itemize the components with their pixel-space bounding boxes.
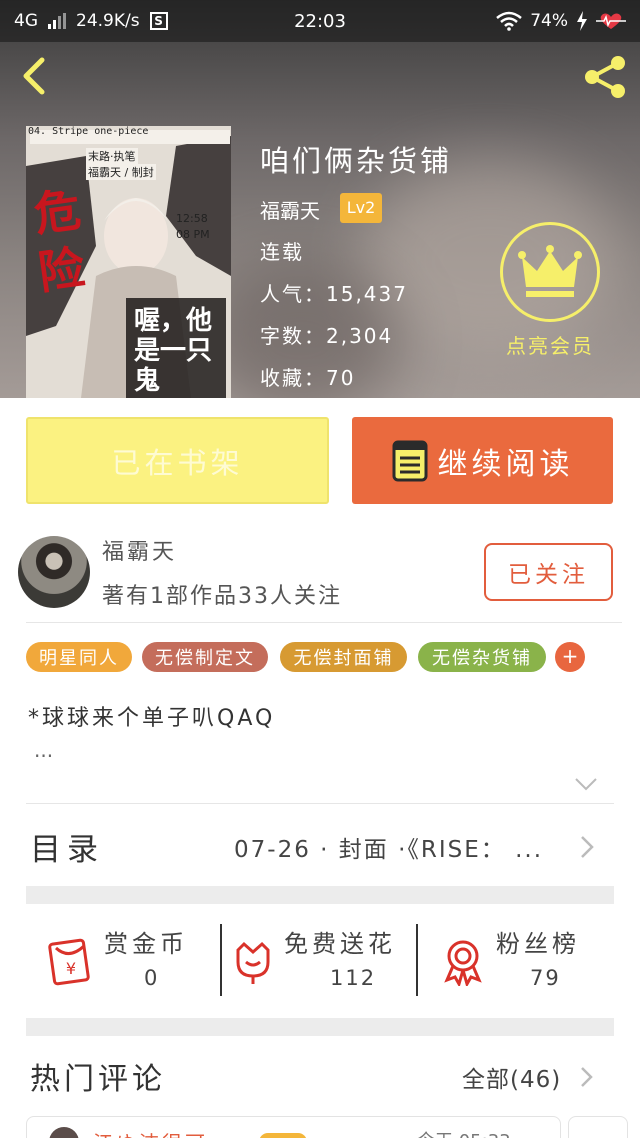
commenter-name[interactable]: 江ゆ洁很可 <box>93 1127 208 1138</box>
comment-card[interactable]: 江ゆ洁很可 今天 05:33 <box>26 1116 561 1138</box>
flowers-label[interactable]: 免费送花 <box>284 924 396 959</box>
favorites-label: 收藏 <box>260 366 304 390</box>
comment-time: 今天 05:33 <box>417 1127 511 1138</box>
app-notification-icon: S <box>149 12 168 30</box>
book-popularity: 人气：15,437 <box>260 282 408 306</box>
commenter-badge <box>259 1133 307 1138</box>
crown-icon <box>500 222 600 322</box>
book-author[interactable]: 福霸天 <box>260 195 320 224</box>
commenter-avatar[interactable] <box>49 1127 79 1138</box>
vip-label: 点亮会员 <box>506 334 594 358</box>
fans-label[interactable]: 粉丝榜 <box>496 924 580 959</box>
flower-icon[interactable] <box>228 936 278 986</box>
cover-time-2: 08 PM <box>176 228 210 241</box>
reward-value: 0 <box>144 966 160 990</box>
signal-icon <box>48 13 66 29</box>
section-separator <box>26 886 614 904</box>
svg-text:¥: ¥ <box>66 959 76 978</box>
section-separator <box>26 1018 614 1036</box>
tag-1[interactable]: 无偿制定文 <box>142 642 268 672</box>
catalog-latest-chapter: 07-26 · 封面 ·《RISE： ... <box>234 837 544 863</box>
comment-card[interactable] <box>568 1116 628 1138</box>
cover-credit-1: 末路·执笔 <box>86 148 138 164</box>
author-avatar[interactable] <box>18 536 90 608</box>
divider <box>26 622 622 623</box>
stat-separator <box>416 924 418 996</box>
cover-time-1: 12:58 <box>176 212 208 225</box>
share-icon[interactable] <box>580 54 630 100</box>
author-name[interactable]: 福霸天 <box>102 534 177 566</box>
tag-2[interactable]: 无偿封面铺 <box>280 642 407 672</box>
popularity-value: 15,437 <box>326 282 408 306</box>
tag-3[interactable]: 无偿杂货铺 <box>418 642 546 672</box>
book-icon <box>392 440 427 481</box>
hot-comments-title: 热门评论 <box>30 1062 166 1097</box>
wifi-icon <box>496 11 523 31</box>
description-ellipsis: ... <box>34 738 54 762</box>
continue-reading-label: 继续阅读 <box>437 446 574 482</box>
vip-button[interactable]: 点亮会员 <box>500 222 600 362</box>
all-comments-link[interactable]: 全部(46) <box>462 1060 561 1094</box>
catalog-label: 目录 <box>30 832 104 868</box>
reward-label[interactable]: 赏金币 <box>104 924 188 959</box>
tag-0[interactable]: 明星同人 <box>26 642 132 672</box>
chevron-right-icon <box>581 1067 593 1087</box>
wordcount-label: 字数 <box>260 324 304 348</box>
fans-value: 79 <box>530 966 561 990</box>
continue-reading-button[interactable]: 继续阅读 <box>352 417 613 504</box>
cover-credit-2: 福霸天 / 制封 <box>86 164 156 180</box>
book-description: *球球来个单子叭QAQ <box>28 706 276 731</box>
stat-separator <box>220 924 222 996</box>
follow-button[interactable]: 已关注 <box>484 543 613 601</box>
author-level-badge: Lv2 <box>340 193 382 223</box>
favorites-value: 70 <box>326 366 356 390</box>
cover-big-char-2: 险 <box>34 240 88 300</box>
network-type: 4G <box>14 11 38 31</box>
book-cover[interactable]: 04. Stripe one-piece 末路·执笔 福霸天 / 制封 危 险 … <box>26 126 231 398</box>
book-title: 咱们俩杂货铺 <box>260 144 453 178</box>
chevron-right-icon <box>581 836 594 858</box>
red-envelope-icon[interactable]: ¥ <box>46 936 96 986</box>
back-arrow-icon[interactable] <box>14 56 54 96</box>
cover-tagline: 喔，他是一只鬼 <box>134 306 213 396</box>
author-stats: 著有1部作品33人关注 <box>102 584 342 609</box>
flowers-value: 112 <box>330 966 377 990</box>
network-speed: 24.9K/s <box>76 11 140 31</box>
expand-chevron-icon[interactable] <box>574 776 598 792</box>
add-tag-button[interactable]: + <box>555 642 585 672</box>
divider <box>26 803 614 804</box>
charging-icon <box>577 11 587 31</box>
book-wordcount: 字数：2,304 <box>260 324 394 348</box>
status-bar: 4G 24.9K/s S 22:03 74% <box>0 0 640 42</box>
heart-rate-icon <box>596 13 626 29</box>
battery-level: 74% <box>530 11 568 31</box>
cover-top-text: 04. Stripe one-piece <box>28 126 149 137</box>
popularity-label: 人气 <box>260 282 304 306</box>
ribbon-medal-icon[interactable] <box>438 936 488 986</box>
in-shelf-button[interactable]: 已在书架 <box>26 417 329 504</box>
book-status: 连载 <box>260 240 304 264</box>
book-favorites: 收藏：70 <box>260 366 356 390</box>
wordcount-value: 2,304 <box>326 324 394 348</box>
